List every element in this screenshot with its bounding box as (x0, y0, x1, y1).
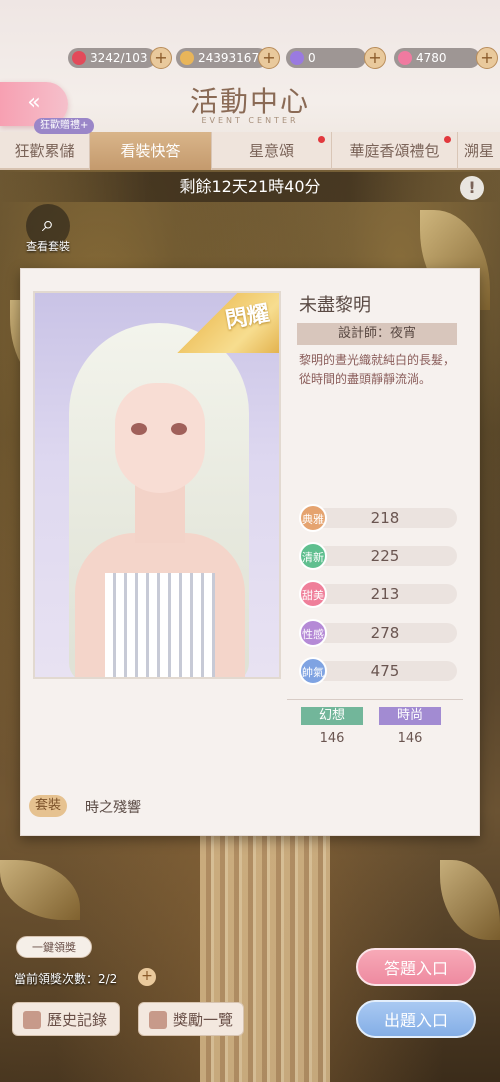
history-label: 歷史記錄 (47, 1011, 108, 1029)
tab-garden-pack[interactable]: 華庭香頌禮包 (332, 132, 458, 170)
outfit-description: 黎明的晝光織就純白的長髮，從時間的盡頭靜靜流淌。 (299, 353, 456, 386)
tab-outfit-quiz[interactable]: 看裝快答 (90, 132, 212, 170)
portrait-shirt (105, 573, 215, 677)
history-icon (23, 1011, 41, 1029)
crystal-value: 0 (308, 51, 316, 65)
diamond-value: 4780 (416, 51, 447, 65)
portrait-eye (131, 423, 147, 435)
one-key-claim-button[interactable]: 一鍵領獎 (16, 936, 92, 958)
add-crystal-button[interactable]: + (364, 47, 386, 69)
page-title: 活動中心 (189, 85, 310, 118)
countdown-timer: 剩餘12天21時40分 (0, 172, 500, 202)
stamina-value: 3242/103 (90, 51, 148, 65)
outfit-name: 未盡黎明 (299, 295, 371, 316)
stat-sweet: 213 甜美 (299, 580, 457, 608)
tab-label: 看裝快答 (120, 142, 181, 160)
category-fantasy-value: 146 (319, 731, 345, 746)
stat-badge: 甜美 (299, 580, 327, 608)
outfit-portrait: 閃耀 (33, 291, 281, 679)
stat-badge: 清新 (299, 542, 327, 570)
stat-fresh: 225 清新 (299, 542, 457, 570)
stat-value: 225 (370, 547, 400, 565)
stamina-counter: 3242/103 (68, 48, 156, 68)
divider (287, 699, 463, 700)
tab-label: 華庭香頌禮包 (349, 142, 440, 160)
answer-entry-button[interactable]: 答題入口 (356, 948, 476, 986)
add-stamina-button[interactable]: + (150, 47, 172, 69)
stat-value: 475 (370, 662, 400, 680)
info-button[interactable]: ! (460, 176, 484, 200)
tab-star-ode[interactable]: 星意頌 (212, 132, 332, 170)
gold-value: 24393167 (198, 51, 260, 65)
diamond-icon (398, 51, 412, 65)
suit-tag: 套裝 (29, 795, 68, 817)
tab-label: 狂歡累儲 (14, 142, 75, 160)
tab-carnival-deposit[interactable]: 狂歡累儲 (0, 132, 90, 170)
stat-value: 213 (370, 585, 400, 603)
stat-badge: 典雅 (299, 504, 327, 532)
diamond-counter: 4780 (394, 48, 480, 68)
view-outfit-button[interactable]: ⌕ 查看套裝 (22, 204, 74, 254)
category-fashion-value: 146 (397, 731, 423, 746)
portrait-face (115, 383, 205, 493)
background-hair (200, 830, 330, 1082)
add-diamond-button[interactable]: + (476, 47, 498, 69)
stat-value: 218 (370, 509, 400, 527)
tab-trace-star[interactable]: 溯星 (458, 132, 500, 170)
stat-sexy: 278 性感 (299, 619, 457, 647)
suit-name: 時之殘響 (85, 800, 141, 816)
portrait-eye (171, 423, 187, 435)
tab-label: 星意頌 (248, 142, 294, 160)
category-fantasy: 幻想 (301, 707, 363, 725)
gold-counter: 24393167 (176, 48, 268, 68)
stat-elegant: 218 典雅 (299, 504, 457, 532)
history-button[interactable]: 歷史記錄 (12, 1002, 120, 1036)
view-outfit-label: 查看套裝 (26, 240, 70, 253)
rewards-button[interactable]: 獎勵一覽 (138, 1002, 244, 1036)
gift-icon (149, 1011, 167, 1029)
coin-icon (180, 51, 194, 65)
crystal-icon (290, 51, 304, 65)
stat-badge: 帥氣 (299, 657, 327, 685)
add-gold-button[interactable]: + (258, 47, 280, 69)
outfit-card: 閃耀 未盡黎明 設計師：夜宵 黎明的晝光織就純白的長髮，從時間的盡頭靜靜流淌。 … (20, 268, 480, 836)
heart-icon (72, 51, 86, 65)
ask-entry-button[interactable]: 出題入口 (356, 1000, 476, 1038)
notification-dot (444, 136, 451, 143)
tab-label: 溯星 (463, 142, 494, 160)
gift-badge: 狂歡贈禮+ (34, 118, 95, 134)
event-tabs: 狂歡累儲 看裝快答 星意頌 華庭香頌禮包 溯星 (0, 132, 500, 170)
stat-value: 278 (370, 624, 400, 642)
stat-cool: 475 帥氣 (299, 657, 457, 685)
category-fashion: 時尚 (379, 707, 441, 725)
designer-label: 設計師：夜宵 (297, 323, 457, 345)
crystal-counter: 0 (286, 48, 366, 68)
add-claim-button[interactable]: + (138, 968, 156, 986)
stat-badge: 性感 (299, 619, 327, 647)
rewards-label: 獎勵一覽 (173, 1011, 234, 1029)
notification-dot (318, 136, 325, 143)
claim-count: 當前領獎次數：2/2 (14, 972, 118, 986)
